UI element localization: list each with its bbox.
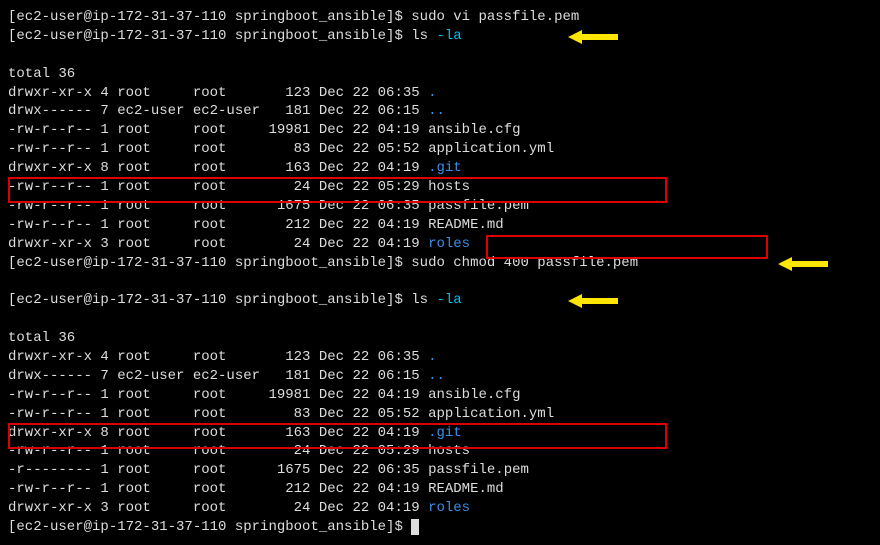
- prompt-line-3[interactable]: [ec2-user@ip-172-31-37-110 springboot_an…: [8, 254, 872, 292]
- prompt-line-1[interactable]: [ec2-user@ip-172-31-37-110 springboot_an…: [8, 8, 872, 27]
- file-row: -rw-r--r-- 1 root root 212 Dec 22 04:19 …: [8, 216, 872, 235]
- file-row: drwxr-xr-x 3 root root 24 Dec 22 04:19 r…: [8, 499, 872, 518]
- terminal-output: [ec2-user@ip-172-31-37-110 springboot_an…: [8, 8, 872, 537]
- file-row: -rw-r--r-- 1 root root 24 Dec 22 05:29 h…: [8, 442, 872, 461]
- file-name: .git: [428, 160, 462, 176]
- file-row: drwxr-xr-x 4 root root 123 Dec 22 06:35 …: [8, 348, 872, 367]
- file-name: application.yml: [428, 406, 554, 422]
- file-meta: -rw-r--r-- 1 root root 83 Dec 22 05:52: [8, 141, 428, 157]
- file-name: passfile.pem: [428, 198, 529, 214]
- prompt-line-4[interactable]: [ec2-user@ip-172-31-37-110 springboot_an…: [8, 291, 872, 329]
- file-row: drwxr-xr-x 3 root root 24 Dec 22 04:19 r…: [8, 235, 872, 254]
- file-meta: drwx------ 7 ec2-user ec2-user 181 Dec 2…: [8, 368, 428, 384]
- file-name: roles: [428, 500, 470, 516]
- arrow-annotation: [568, 29, 618, 45]
- ls-output-2: drwxr-xr-x 4 root root 123 Dec 22 06:35 …: [8, 348, 872, 518]
- file-row: -rw-r--r-- 1 root root 24 Dec 22 05:29 h…: [8, 178, 872, 197]
- file-meta: -rw-r--r-- 1 root root 24 Dec 22 05:29: [8, 179, 428, 195]
- file-meta: -rw-r--r-- 1 root root 24 Dec 22 05:29: [8, 443, 428, 459]
- file-row: drwxr-xr-x 8 root root 163 Dec 22 04:19 …: [8, 159, 872, 178]
- file-meta: -rw-r--r-- 1 root root 19981 Dec 22 04:1…: [8, 387, 428, 403]
- prompt: [ec2-user@ip-172-31-37-110 springboot_an…: [8, 519, 411, 535]
- ls-output-1: drwxr-xr-x 4 root root 123 Dec 22 06:35 …: [8, 84, 872, 254]
- total-line: total 36: [8, 329, 872, 348]
- file-row: -rw-r--r-- 1 root root 212 Dec 22 04:19 …: [8, 480, 872, 499]
- file-name: application.yml: [428, 141, 554, 157]
- file-name: ansible.cfg: [428, 387, 520, 403]
- file-row: drwxr-xr-x 8 root root 163 Dec 22 04:19 …: [8, 424, 872, 443]
- file-row: drwx------ 7 ec2-user ec2-user 181 Dec 2…: [8, 367, 872, 386]
- file-row: -r-------- 1 root root 1675 Dec 22 06:35…: [8, 461, 872, 480]
- file-name: README.md: [428, 217, 504, 233]
- command-text: sudo chmod 400 passfile.pem: [411, 255, 638, 271]
- command-text: sudo vi passfile.pem: [411, 9, 579, 25]
- file-name: .: [428, 85, 436, 101]
- file-meta: drwxr-xr-x 4 root root 123 Dec 22 06:35: [8, 349, 428, 365]
- file-name: ansible.cfg: [428, 122, 520, 138]
- prompt: [ec2-user@ip-172-31-37-110 springboot_an…: [8, 9, 411, 25]
- file-meta: drwxr-xr-x 8 root root 163 Dec 22 04:19: [8, 425, 428, 441]
- file-meta: drwxr-xr-x 3 root root 24 Dec 22 04:19: [8, 500, 428, 516]
- file-name: passfile.pem: [428, 462, 529, 478]
- total-line: total 36: [8, 65, 872, 84]
- file-meta: -rw-r--r-- 1 root root 212 Dec 22 04:19: [8, 217, 428, 233]
- file-row: -rw-r--r-- 1 root root 1675 Dec 22 06:35…: [8, 197, 872, 216]
- command-arg: -la: [436, 28, 461, 44]
- file-meta: -rw-r--r-- 1 root root 83 Dec 22 05:52: [8, 406, 428, 422]
- file-row: drwxr-xr-x 4 root root 123 Dec 22 06:35 …: [8, 84, 872, 103]
- command-text: ls: [411, 28, 436, 44]
- file-meta: drwxr-xr-x 8 root root 163 Dec 22 04:19: [8, 160, 428, 176]
- file-name: .: [428, 349, 436, 365]
- file-meta: drwxr-xr-x 3 root root 24 Dec 22 04:19: [8, 236, 428, 252]
- file-meta: -rw-r--r-- 1 root root 19981 Dec 22 04:1…: [8, 122, 428, 138]
- cursor: [411, 519, 419, 535]
- file-meta: drwxr-xr-x 4 root root 123 Dec 22 06:35: [8, 85, 428, 101]
- prompt: [ec2-user@ip-172-31-37-110 springboot_an…: [8, 255, 411, 271]
- file-name: hosts: [428, 443, 470, 459]
- file-row: -rw-r--r-- 1 root root 83 Dec 22 05:52 a…: [8, 140, 872, 159]
- prompt: [ec2-user@ip-172-31-37-110 springboot_an…: [8, 292, 411, 308]
- file-row: -rw-r--r-- 1 root root 19981 Dec 22 04:1…: [8, 121, 872, 140]
- prompt-line-5[interactable]: [ec2-user@ip-172-31-37-110 springboot_an…: [8, 518, 872, 537]
- file-row: drwx------ 7 ec2-user ec2-user 181 Dec 2…: [8, 102, 872, 121]
- file-name: ..: [428, 368, 445, 384]
- prompt-line-2[interactable]: [ec2-user@ip-172-31-37-110 springboot_an…: [8, 27, 872, 65]
- file-row: -rw-r--r-- 1 root root 19981 Dec 22 04:1…: [8, 386, 872, 405]
- file-meta: -r-------- 1 root root 1675 Dec 22 06:35: [8, 462, 428, 478]
- file-name: hosts: [428, 179, 470, 195]
- file-name: .git: [428, 425, 462, 441]
- file-name: README.md: [428, 481, 504, 497]
- file-meta: -rw-r--r-- 1 root root 212 Dec 22 04:19: [8, 481, 428, 497]
- file-meta: -rw-r--r-- 1 root root 1675 Dec 22 06:35: [8, 198, 428, 214]
- command-text: ls: [411, 292, 436, 308]
- file-name: ..: [428, 103, 445, 119]
- file-name: roles: [428, 236, 470, 252]
- command-arg: -la: [436, 292, 461, 308]
- arrow-annotation: [778, 256, 828, 272]
- prompt: [ec2-user@ip-172-31-37-110 springboot_an…: [8, 28, 411, 44]
- file-meta: drwx------ 7 ec2-user ec2-user 181 Dec 2…: [8, 103, 428, 119]
- file-row: -rw-r--r-- 1 root root 83 Dec 22 05:52 a…: [8, 405, 872, 424]
- arrow-annotation: [568, 293, 618, 309]
